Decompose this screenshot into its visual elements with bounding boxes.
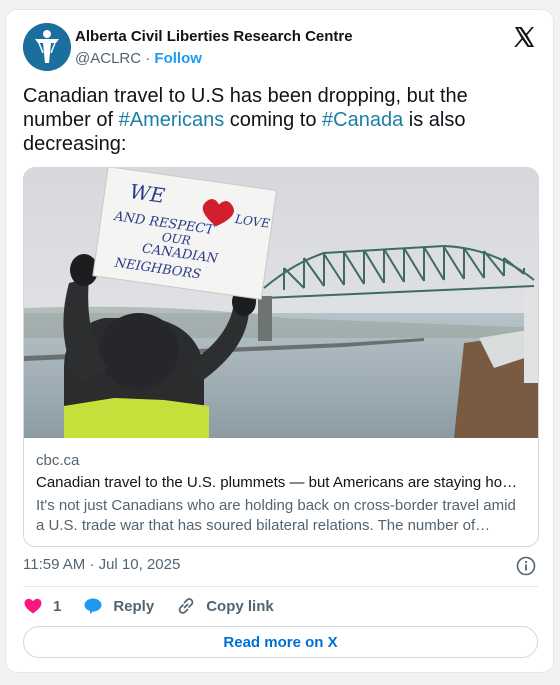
- divider: [23, 586, 538, 587]
- reply-label: Reply: [113, 597, 155, 615]
- tweet-timestamp[interactable]: 11:59 AM · Jul 10, 2025: [23, 556, 180, 573]
- heart-icon: [24, 598, 42, 614]
- action-bar: 1 Reply Copy link: [23, 596, 296, 616]
- copy-link-label: Copy link: [206, 597, 274, 615]
- copy-link-button[interactable]: Copy link: [176, 596, 274, 616]
- link-icon: [178, 598, 194, 614]
- link-title[interactable]: Canadian travel to the U.S. plummets — b…: [36, 474, 528, 491]
- hashtag-americans-link[interactable]: #Americans: [119, 109, 225, 131]
- author-handle[interactable]: @ACLRC: [75, 50, 141, 67]
- like-button[interactable]: 1: [23, 596, 61, 616]
- link-description: It's not just Canadians who are holding …: [36, 497, 516, 534]
- follow-button[interactable]: Follow: [154, 50, 202, 67]
- aclrc-logo-icon: [23, 23, 71, 71]
- like-count: 1: [53, 597, 62, 615]
- reply-button[interactable]: Reply: [83, 596, 154, 616]
- link-preview-image: WE LOVE AND RESPECT OUR CANADIAN NEIGHBO…: [24, 168, 538, 438]
- avatar[interactable]: [23, 23, 71, 71]
- sign-text-we: WE: [128, 179, 167, 208]
- tweet-text: Canadian travel to U.S has been dropping…: [23, 84, 533, 156]
- link-preview-card[interactable]: WE LOVE AND RESPECT OUR CANADIAN NEIGHBO…: [23, 167, 539, 547]
- read-more-button[interactable]: Read more on X: [23, 626, 538, 658]
- hashtag-canada-link[interactable]: #Canada: [322, 109, 403, 131]
- info-icon[interactable]: [516, 556, 536, 576]
- author-name[interactable]: Alberta Civil Liberties Research Centre: [75, 28, 353, 45]
- tweet-card: Alberta Civil Liberties Research Centre …: [5, 9, 554, 673]
- tweet-text-part: coming to: [224, 109, 323, 131]
- link-domain: cbc.ca: [36, 452, 80, 469]
- x-logo-icon[interactable]: [512, 25, 536, 49]
- handle-separator: ·: [145, 50, 151, 67]
- reply-bubble-icon: [84, 598, 102, 614]
- author-handle-row: @ACLRC · Follow: [75, 50, 202, 67]
